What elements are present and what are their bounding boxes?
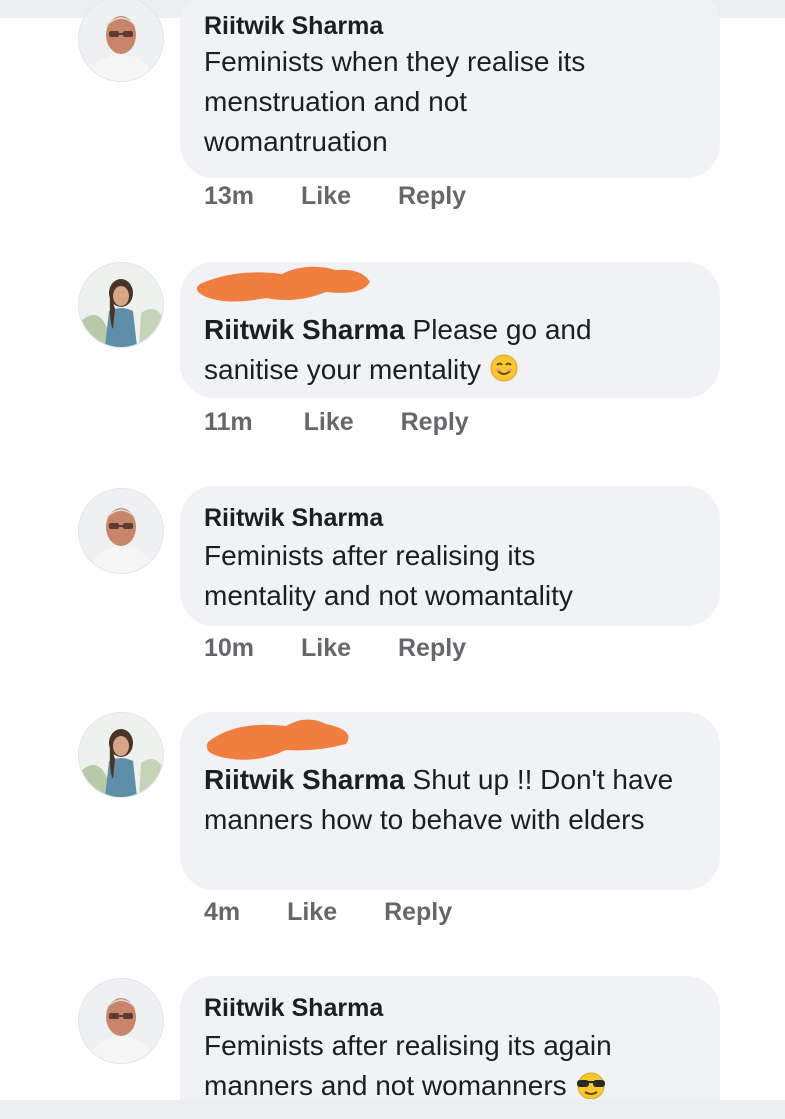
- comment-timestamp[interactable]: 13m: [204, 182, 254, 211]
- comment-text: Riitwik Sharma Shut up !! Don't have man…: [204, 760, 684, 840]
- comment-timestamp[interactable]: 11m: [204, 408, 253, 437]
- comment-actions: 13m Like Reply: [204, 182, 466, 211]
- redacted-name-scribble: [196, 266, 370, 302]
- reply-button[interactable]: Reply: [398, 182, 466, 211]
- comment-timestamp[interactable]: 10m: [204, 634, 254, 663]
- smiling-face-emoji: [489, 353, 519, 394]
- man-portrait-icon: [79, 979, 163, 1063]
- mention-link[interactable]: Riitwik Sharma: [204, 764, 405, 795]
- reply-button[interactable]: Reply: [398, 634, 466, 663]
- reply-button[interactable]: Reply: [384, 898, 452, 927]
- mention-link[interactable]: Riitwik Sharma: [204, 314, 405, 345]
- comment-body: Feminists after realising its again mann…: [204, 1030, 612, 1101]
- man-portrait-icon: [79, 489, 163, 573]
- comment-text: Feminists when they realise its menstrua…: [204, 46, 586, 157]
- bottom-edge-bar: [0, 1100, 785, 1119]
- avatar[interactable]: [78, 712, 164, 798]
- comment-text: Feminists after realising its mentality …: [204, 540, 573, 611]
- comment-text: Feminists after realising its again mann…: [204, 1026, 674, 1110]
- avatar[interactable]: [78, 0, 164, 82]
- avatar[interactable]: [78, 978, 164, 1064]
- comment-author[interactable]: Riitwik Sharma: [204, 504, 383, 532]
- comment-author[interactable]: Riitwik Sharma: [204, 994, 383, 1022]
- comment-actions: 11m Like Reply: [204, 408, 469, 437]
- avatar[interactable]: [78, 488, 164, 574]
- reply-button[interactable]: Reply: [401, 408, 469, 437]
- comment-bubble: Riitwik Sharma Feminists after realising…: [180, 976, 720, 1101]
- comment-text: Riitwik Sharma Please go and sanitise yo…: [204, 310, 634, 394]
- comment-bubble: Riitwik Sharma Feminists when they reali…: [180, 0, 720, 178]
- like-button[interactable]: Like: [287, 898, 337, 927]
- comment-author[interactable]: Riitwik Sharma: [204, 12, 383, 40]
- comment-timestamp[interactable]: 4m: [204, 898, 240, 927]
- woman-portrait-icon: [79, 263, 163, 347]
- comment-actions: 10m Like Reply: [204, 634, 466, 663]
- like-button[interactable]: Like: [304, 408, 354, 437]
- comment-bubble: Riitwik Sharma Please go and sanitise yo…: [180, 262, 720, 398]
- comment-actions: 4m Like Reply: [204, 898, 452, 927]
- like-button[interactable]: Like: [301, 634, 351, 663]
- like-button[interactable]: Like: [301, 182, 351, 211]
- comment-bubble: Riitwik Sharma Shut up !! Don't have man…: [180, 712, 720, 890]
- comment-bubble: Riitwik Sharma Feminists after realising…: [180, 486, 720, 626]
- avatar[interactable]: [78, 262, 164, 348]
- woman-portrait-icon: [79, 713, 163, 797]
- man-portrait-icon: [79, 0, 163, 81]
